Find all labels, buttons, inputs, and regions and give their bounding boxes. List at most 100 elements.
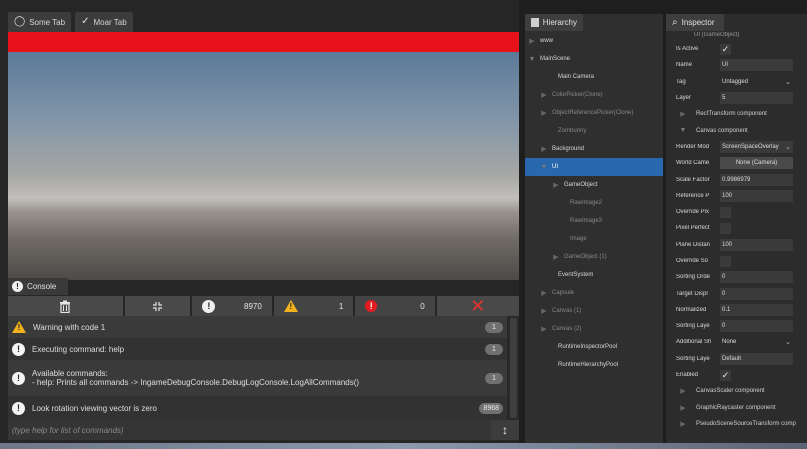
text-field[interactable]: 5 — [720, 92, 793, 105]
component-header[interactable]: ▶ GraphicRaycaster component — [666, 400, 807, 416]
hierarchy-item[interactable]: RawImage2 — [525, 194, 663, 212]
hierarchy-item-label: GameObject — [564, 182, 598, 188]
object-field-button[interactable]: None (Camera) — [720, 157, 793, 170]
text-field[interactable]: 100 — [720, 189, 793, 202]
collapsed-arrow-icon[interactable]: ▶ — [551, 253, 561, 261]
checkbox[interactable] — [720, 255, 731, 267]
field-label: Override Pix — [676, 209, 710, 216]
hierarchy-item[interactable]: ▶ ColorPicker(Clone) — [525, 86, 663, 104]
text-field[interactable]: Default — [720, 352, 793, 365]
collapsed-arrow-icon[interactable]: ▶ — [539, 307, 549, 315]
hierarchy-item[interactable]: ▶ www — [525, 32, 663, 50]
collapsed-arrow-icon[interactable]: ▶ — [551, 181, 561, 189]
circle-icon: ◯ — [14, 16, 26, 27]
hierarchy-item-label: Image — [570, 236, 587, 242]
text-field[interactable]: 100 — [720, 238, 793, 251]
log-list[interactable]: ! Warning with code 1 1 ! Executing comm… — [8, 316, 507, 420]
log-entry[interactable]: ! Warning with code 1 1 — [8, 316, 507, 338]
dropdown[interactable]: None ⌄ — [720, 336, 793, 348]
field-label: Plane Distan — [676, 241, 711, 248]
hierarchy-item-label: Main Camera — [558, 74, 595, 80]
info-icon: ! — [12, 281, 23, 292]
collapsed-arrow-icon[interactable]: ▶ — [539, 109, 549, 117]
text-field[interactable]: 0 — [720, 271, 793, 284]
hierarchy-item[interactable]: ▶ GameObject (1) — [525, 248, 663, 266]
warning-filter-button[interactable]: ! 1 — [273, 296, 354, 316]
hierarchy-item[interactable]: RuntimeInspectorPool — [525, 338, 663, 356]
checkbox[interactable]: ✓ — [720, 43, 731, 55]
chevron-down-icon: ⌄ — [785, 78, 791, 86]
tab-some-tab[interactable]: ◯ Some Tab — [8, 12, 72, 32]
inspector-field-row: Plane Distan 100 — [666, 237, 807, 253]
dropdown[interactable]: Untagged ⌄ — [720, 76, 793, 88]
log-entry[interactable]: ! Look rotation viewing vector is zero 8… — [8, 396, 507, 420]
hierarchy-item[interactable]: ▶ Background — [525, 140, 663, 158]
hierarchy-item[interactable]: Main Camera — [525, 68, 663, 86]
collapsed-arrow-icon[interactable]: ▶ — [678, 420, 688, 428]
scene-viewport[interactable] — [8, 52, 519, 280]
tab-hierarchy[interactable]: Hierarchy — [525, 14, 583, 31]
hierarchy-item[interactable]: Zombunny — [525, 122, 663, 140]
tab-inspector[interactable]: ⌕ Inspector — [666, 14, 724, 31]
hierarchy-item-label: ObjectReferencePicker(Clone) — [552, 110, 634, 116]
field-label: Is Active — [676, 46, 699, 53]
checkmark-icon: ✓ — [81, 16, 90, 27]
collapsed-arrow-icon[interactable]: ▶ — [539, 289, 549, 297]
scrollbar-thumb[interactable] — [510, 318, 517, 418]
component-header[interactable]: ▼ Canvas component — [666, 122, 807, 138]
collapsed-arrow-icon[interactable]: ▶ — [539, 145, 549, 153]
component-label: CanvasScaler component — [696, 388, 765, 395]
log-scrollbar[interactable] — [508, 316, 519, 420]
expanded-arrow-icon[interactable]: ▼ — [539, 164, 549, 171]
command-input[interactable] — [8, 420, 491, 440]
hierarchy-item[interactable]: ▼ MainScene — [525, 50, 663, 68]
text-field[interactable]: UI — [720, 59, 793, 72]
text-field[interactable]: 0.9986979 — [720, 173, 793, 186]
hierarchy-item[interactable]: ▶ Canvas (1) — [525, 302, 663, 320]
hierarchy-item[interactable]: ▶ Canvas (2) — [525, 320, 663, 338]
expanded-arrow-icon[interactable]: ▼ — [527, 56, 537, 63]
log-entry[interactable]: ! Available commands: - help: Prints all… — [8, 360, 507, 396]
field-label: Enabled — [676, 372, 699, 379]
info-filter-button[interactable]: ! 8970 — [192, 296, 272, 316]
hierarchy-item[interactable]: ▶ ObjectReferencePicker(Clone) — [525, 104, 663, 122]
console-tab[interactable]: ! Console — [8, 278, 68, 295]
checkbox[interactable]: ✓ — [720, 369, 731, 381]
collapsed-arrow-icon[interactable]: ▶ — [539, 91, 549, 99]
expanded-arrow-icon[interactable]: ▼ — [678, 127, 688, 134]
hierarchy-item[interactable]: ▼ UI — [525, 158, 663, 176]
log-entry[interactable]: ! Executing command: help 1 — [8, 338, 507, 360]
collapsed-arrow-icon[interactable]: ▶ — [678, 387, 688, 395]
collapsed-arrow-icon[interactable]: ▶ — [527, 37, 537, 45]
checkbox[interactable] — [720, 206, 731, 218]
collapsed-arrow-icon[interactable]: ▶ — [539, 325, 549, 333]
collapse-button[interactable] — [124, 296, 191, 316]
close-console-button[interactable]: ✕ — [436, 296, 519, 316]
hierarchy-item[interactable]: Image — [525, 230, 663, 248]
field-label: Layer — [676, 95, 692, 102]
hierarchy-item[interactable]: ▶ Capsule — [525, 284, 663, 302]
component-header[interactable]: ▶ PseudoSceneSourceTransform comp — [666, 416, 807, 432]
resize-button[interactable]: ↕ — [491, 420, 519, 440]
inspector-field-row: Pixel Perfect — [666, 220, 807, 236]
dropdown[interactable]: ScreenSpaceOverlay ⌄ — [720, 140, 793, 153]
error-filter-button[interactable]: ! 0 — [355, 296, 435, 316]
tab-moar-tab[interactable]: ✓ Moar Tab — [75, 12, 133, 32]
text-field[interactable]: 0.1 — [720, 303, 793, 316]
inspector-field-row: Render Mod ScreenSpaceOverlay ⌄ — [666, 139, 807, 155]
hierarchy-item[interactable]: RawImage3 — [525, 212, 663, 230]
collapsed-arrow-icon[interactable]: ▶ — [678, 404, 688, 412]
checkbox[interactable] — [720, 222, 731, 234]
component-header[interactable]: ▶ RectTransform component — [666, 106, 807, 122]
hierarchy-tab-label: Hierarchy — [542, 18, 577, 27]
component-header[interactable]: ▶ CanvasScaler component — [666, 383, 807, 399]
hierarchy-item[interactable]: ▶ GameObject — [525, 176, 663, 194]
collapsed-arrow-icon[interactable]: ▶ — [678, 110, 688, 118]
collapse-icon — [153, 301, 163, 311]
clear-logs-button[interactable] — [8, 296, 123, 316]
hierarchy-item[interactable]: RuntimeHierarchyPool — [525, 356, 663, 374]
hierarchy-item[interactable]: EventSystem — [525, 266, 663, 284]
text-field[interactable]: 0 — [720, 287, 793, 300]
field-label: Reference P — [676, 192, 710, 199]
text-field[interactable]: 0 — [720, 320, 793, 333]
